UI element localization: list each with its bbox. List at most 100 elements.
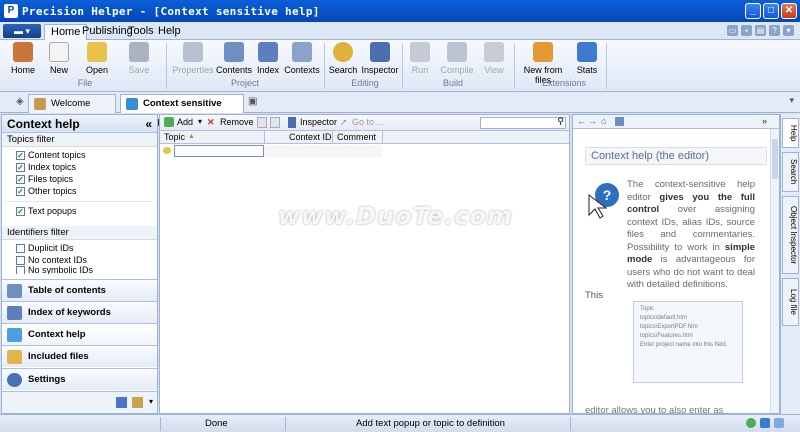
view-button[interactable]: View bbox=[478, 42, 510, 75]
group-extensions-label: Extensions bbox=[541, 78, 587, 88]
options-icon[interactable] bbox=[132, 397, 143, 408]
ribbon-tab-row: ▬ ▾ Home Publishing Tools Help ▭ ▪ ▤ ? ▾ bbox=[0, 22, 800, 40]
checkbox[interactable] bbox=[16, 243, 25, 253]
files-icon bbox=[7, 350, 22, 364]
search-icon[interactable]: ⚲ bbox=[557, 116, 564, 127]
inspector-icon[interactable] bbox=[288, 117, 296, 128]
checkbox[interactable] bbox=[16, 266, 25, 274]
filter-no-symbolic-ids[interactable]: No symbolic IDs bbox=[2, 266, 157, 274]
nav-context-help[interactable]: Context help bbox=[2, 323, 157, 345]
checkbox[interactable]: ✓ bbox=[16, 206, 25, 216]
properties-button[interactable]: Properties bbox=[172, 42, 214, 75]
nav-index-of-keywords[interactable]: Index of keywords bbox=[2, 301, 157, 323]
back-icon[interactable]: ← bbox=[577, 116, 586, 126]
maximize-button[interactable]: □ bbox=[763, 3, 779, 19]
search-icon bbox=[333, 42, 353, 62]
column-topic[interactable]: Topic bbox=[164, 132, 185, 142]
filter-files-topics[interactable]: ✓ Files topics bbox=[2, 173, 157, 185]
new-row-icon bbox=[163, 147, 171, 154]
side-tab-search[interactable]: Search bbox=[782, 152, 799, 192]
remove-button[interactable]: Remove bbox=[220, 117, 254, 127]
nav-settings[interactable]: Settings bbox=[2, 368, 157, 390]
add-icon[interactable] bbox=[164, 117, 174, 127]
dropdown-icon[interactable]: ▾ bbox=[783, 25, 794, 36]
filter-content-topics[interactable]: ✓ Content topics bbox=[2, 149, 157, 161]
context-grid-panel: Add ▾ ✕ Remove Inspector ➚ Go to ... ⚲ T… bbox=[159, 114, 570, 414]
scrollbar-thumb[interactable] bbox=[772, 139, 778, 179]
chevron-down-icon[interactable]: ▾ bbox=[149, 397, 153, 406]
grid-toolbar: Add ▾ ✕ Remove Inspector ➚ Go to ... ⚲ bbox=[160, 115, 569, 131]
new-topic-row-cell[interactable] bbox=[174, 145, 264, 157]
inspector-button[interactable]: Inspector bbox=[300, 117, 337, 127]
column-context-id[interactable]: Context ID bbox=[289, 132, 332, 142]
add-button[interactable]: Add bbox=[177, 117, 193, 127]
new-button[interactable]: New bbox=[40, 42, 78, 75]
play-icon bbox=[410, 42, 430, 62]
side-tab-help[interactable]: Help bbox=[782, 118, 799, 148]
ribbon-separator bbox=[514, 43, 515, 89]
nav-arrows-icon[interactable]: ◈ bbox=[16, 96, 24, 107]
checkbox[interactable] bbox=[16, 255, 25, 265]
search-button[interactable]: Search bbox=[326, 42, 360, 75]
tab-context-help[interactable]: Context sensitive help bbox=[120, 94, 244, 127]
home-button[interactable]: Home bbox=[4, 42, 42, 75]
configure-icon[interactable] bbox=[116, 397, 127, 408]
goto-icon[interactable]: ➚ bbox=[340, 117, 348, 128]
checkbox[interactable]: ✓ bbox=[16, 162, 25, 172]
close-button[interactable]: ✕ bbox=[781, 3, 797, 19]
help-toolbar: ← → ⌂ » bbox=[573, 115, 779, 129]
filter-other-topics[interactable]: ✓ Other topics bbox=[2, 185, 157, 197]
checkbox[interactable]: ✓ bbox=[16, 186, 25, 196]
run-button[interactable]: Run bbox=[404, 42, 436, 75]
stats-button[interactable]: Stats bbox=[572, 42, 602, 75]
column-comment[interactable]: Comment bbox=[337, 132, 376, 142]
checkbox[interactable]: ✓ bbox=[16, 150, 25, 160]
stats-icon bbox=[577, 42, 597, 62]
contents-button[interactable]: Contents bbox=[216, 42, 252, 75]
home-icon[interactable]: ⌂ bbox=[601, 116, 606, 126]
new-row-cells[interactable] bbox=[264, 145, 382, 157]
index-button[interactable]: Index bbox=[252, 42, 284, 75]
help-scrollbar[interactable] bbox=[770, 129, 779, 413]
goto-button[interactable]: Go to ... bbox=[352, 117, 384, 127]
add-dropdown-icon[interactable]: ▾ bbox=[198, 117, 202, 126]
filter-no-context-ids[interactable]: No context IDs bbox=[2, 254, 157, 266]
copy-icon[interactable] bbox=[257, 117, 267, 128]
contexts-button[interactable]: Contexts bbox=[284, 42, 320, 75]
filter-index-topics[interactable]: ✓ Index topics bbox=[2, 161, 157, 173]
side-tab-log-file[interactable]: Log file bbox=[782, 278, 799, 326]
nav-table-of-contents[interactable]: Table of contents bbox=[2, 279, 157, 301]
app-menu-button[interactable]: ▬ ▾ bbox=[3, 24, 41, 38]
ribbon-separator bbox=[402, 43, 403, 89]
checkbox[interactable]: ✓ bbox=[16, 174, 25, 184]
compile-button[interactable]: Compile bbox=[438, 42, 476, 75]
inspector-icon bbox=[370, 42, 390, 62]
side-tab-object-inspector[interactable]: Object Inspector bbox=[782, 196, 799, 274]
forward-icon[interactable]: → bbox=[588, 116, 597, 126]
print-icon[interactable] bbox=[615, 117, 624, 126]
collapse-button[interactable]: « bbox=[145, 115, 152, 133]
remove-icon[interactable]: ✕ bbox=[207, 117, 215, 128]
grid-search-input[interactable] bbox=[480, 117, 566, 129]
minimize-button[interactable]: _ bbox=[745, 3, 761, 19]
expand-icon[interactable]: » bbox=[762, 116, 767, 126]
window-title: Precision Helper - [Context sensitive he… bbox=[22, 4, 320, 18]
print-icon[interactable]: ▤ bbox=[755, 25, 766, 36]
filter-text-popups[interactable]: ✓ Text popups bbox=[2, 205, 157, 217]
tab-welcome-page[interactable]: Welcome page bbox=[28, 94, 116, 127]
tab-help[interactable]: Help bbox=[152, 24, 187, 40]
chevron-down-icon[interactable]: ▾ bbox=[789, 95, 794, 106]
nav-included-files[interactable]: Included files bbox=[2, 345, 157, 367]
help-icon[interactable]: ? bbox=[769, 25, 780, 36]
document-tabs: ◈ Welcome page Context sensitive help ▣ … bbox=[0, 92, 800, 127]
filter-duplicit-ids[interactable]: Duplicit IDs bbox=[2, 242, 157, 254]
new-tab-icon[interactable]: ▣ bbox=[248, 96, 257, 107]
save-icon[interactable]: ▪ bbox=[741, 25, 752, 36]
save-button[interactable]: Save bbox=[120, 42, 158, 75]
open-button[interactable]: Open bbox=[78, 42, 116, 75]
restore-icon[interactable]: ▭ bbox=[727, 25, 738, 36]
inspector-button[interactable]: Inspector bbox=[360, 42, 400, 75]
paste-icon[interactable] bbox=[270, 117, 280, 128]
new-from-files-icon bbox=[533, 42, 553, 62]
app-icon[interactable]: P bbox=[4, 4, 18, 18]
